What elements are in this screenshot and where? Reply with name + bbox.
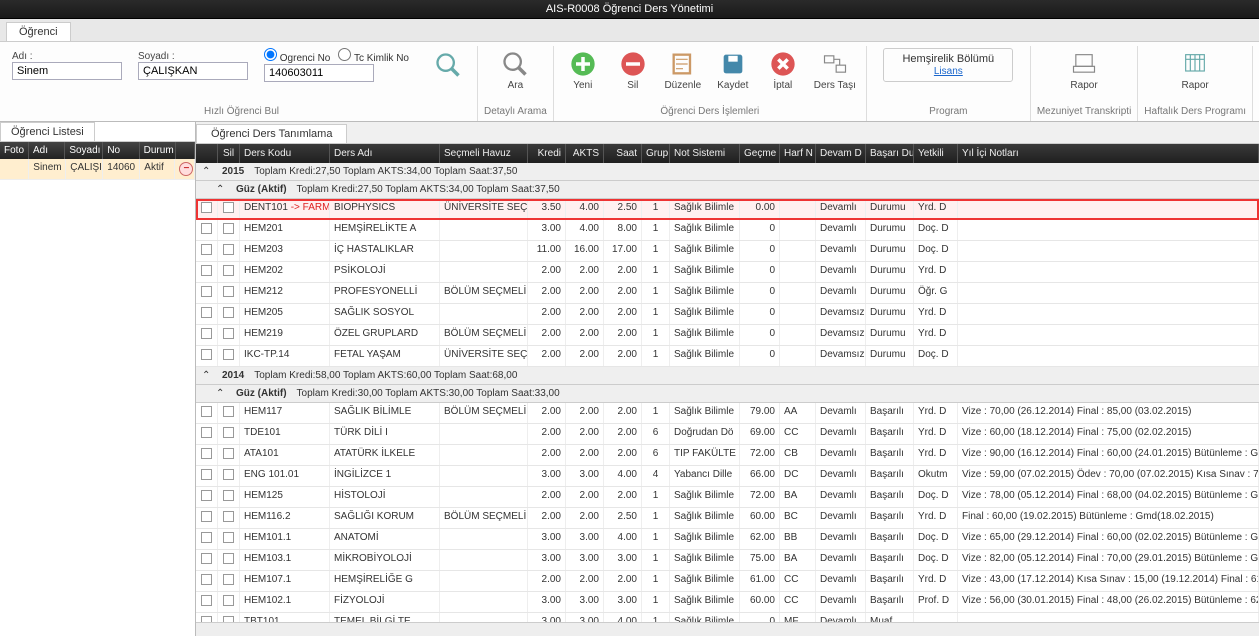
window-title: AIS-R0008 Öğrenci Ders Yönetimi [0,0,1259,19]
remove-student-icon[interactable]: − [179,162,193,176]
course-row[interactable]: HEM205SAĞLIK SOSYOL2.002.002.001Sağlık B… [196,304,1259,325]
row-checkbox[interactable] [201,307,212,318]
quick-search-button[interactable] [425,49,471,81]
left-pane: Öğrenci Listesi Foto Adı Soyadı No Durum… [0,122,196,636]
collapse-icon[interactable]: ⌃ [202,166,212,177]
course-row[interactable]: HEM116.2SAĞLIĞI KORUMBÖLÜM SEÇMELİ2.002.… [196,508,1259,529]
sem-guz-2015[interactable]: ⌃Güz (Aktif)Toplam Kredi:27,50 Toplam AK… [196,181,1259,199]
row-sil-checkbox[interactable] [223,202,234,213]
year-2014-group[interactable]: ⌃2014Toplam Kredi:58,00 Toplam AKTS:60,0… [196,367,1259,385]
group-search-foot: Hızlı Öğrenci Bul [12,104,471,117]
course-row[interactable]: HEM212PROFESYONELLİBÖLÜM SEÇMELİ2.002.00… [196,283,1259,304]
row-sil-checkbox[interactable] [223,511,234,522]
row-sil-checkbox[interactable] [223,595,234,606]
row-checkbox[interactable] [201,427,212,438]
ribbon-tab-ogrenci[interactable]: Öğrenci [6,22,71,41]
grid-header: Sil Ders Kodu Ders Adı Seçmeli Havuz Kre… [196,144,1259,163]
row-sil-checkbox[interactable] [223,427,234,438]
course-row[interactable]: HEM102.1FİZYOLOJİ3.003.003.001Sağlık Bil… [196,592,1259,613]
row-checkbox[interactable] [201,223,212,234]
rapor-haftalik-button[interactable]: Rapor [1144,48,1246,93]
row-sil-checkbox[interactable] [223,532,234,543]
course-row[interactable]: HEM203İÇ HASTALIKLAR11.0016.0017.001Sağl… [196,241,1259,262]
program-link[interactable]: Lisans [934,66,963,77]
rapor-mezuniyet-button[interactable]: Rapor [1037,48,1131,93]
course-row[interactable]: HEM117SAĞLIK BİLİMLEBÖLÜM SEÇMELİ2.002.0… [196,403,1259,424]
course-row[interactable]: HEM101.1ANATOMİ3.003.004.001Sağlık Bilim… [196,529,1259,550]
course-row[interactable]: HEM202PSİKOLOJİ2.002.002.001Sağlık Bilim… [196,262,1259,283]
row-checkbox[interactable] [201,244,212,255]
tab-ogrenci-listesi[interactable]: Öğrenci Listesi [0,122,95,141]
row-sil-checkbox[interactable] [223,553,234,564]
row-checkbox[interactable] [201,265,212,276]
course-row[interactable]: ENG 101.01İNGİLİZCE 13.003.004.004Yabanc… [196,466,1259,487]
row-checkbox[interactable] [201,349,212,360]
row-checkbox[interactable] [201,553,212,564]
row-sil-checkbox[interactable] [223,349,234,360]
row-checkbox[interactable] [201,532,212,543]
adi-input[interactable] [12,62,122,80]
row-sil-checkbox[interactable] [223,223,234,234]
iptal-button[interactable]: İptal [760,48,806,93]
row-checkbox[interactable] [201,469,212,480]
radio-tc-no[interactable]: Tc Kimlik No [338,48,409,64]
row-sil-checkbox[interactable] [223,574,234,585]
course-row[interactable]: HEM219ÖZEL GRUPLARDBÖLÜM SEÇMELİ2.002.00… [196,325,1259,346]
no-input[interactable] [264,64,374,82]
row-checkbox[interactable] [201,202,212,213]
row-sil-checkbox[interactable] [223,490,234,501]
soyadi-label: Soyadı : [138,51,248,62]
course-row[interactable]: DENT101 -> FARMAKOLOJİBIOPHYSICSÜNİVERSİ… [196,199,1259,220]
row-sil-checkbox[interactable] [223,307,234,318]
row-checkbox[interactable] [201,511,212,522]
row-checkbox[interactable] [201,406,212,417]
course-row[interactable]: HEM201HEMŞİRELİKTE A3.004.008.001Sağlık … [196,220,1259,241]
tab-ders-tanimlama[interactable]: Öğrenci Ders Tanımlama [196,124,347,143]
ribbon: Öğrenci Adı : Soyadı : Ogrenci No Tc Kim… [0,19,1259,122]
sem-guz-2014[interactable]: ⌃Güz (Aktif)Toplam Kredi:30,00 Toplam AK… [196,385,1259,403]
row-sil-checkbox[interactable] [223,406,234,417]
row-checkbox[interactable] [201,595,212,606]
course-row[interactable]: HEM125HİSTOLOJİ2.002.002.001Sağlık Bilim… [196,487,1259,508]
ara-button[interactable]: Ara [484,48,547,93]
row-sil-checkbox[interactable] [223,286,234,297]
row-sil-checkbox[interactable] [223,328,234,339]
program-selector[interactable]: Hemşirelik Bölümü Lisans [883,48,1013,82]
adi-label: Adı : [12,51,122,62]
row-checkbox[interactable] [201,574,212,585]
soyadi-input[interactable] [138,62,248,80]
duzenle-button[interactable]: Düzenle [660,48,706,93]
course-grid[interactable]: Sil Ders Kodu Ders Adı Seçmeli Havuz Kre… [196,144,1259,622]
horizontal-scrollbar[interactable] [196,622,1259,636]
radio-ogrenci-no[interactable]: Ogrenci No [264,48,330,64]
row-sil-checkbox[interactable] [223,448,234,459]
row-checkbox[interactable] [201,328,212,339]
course-row[interactable]: HEM103.1MİKROBİYOLOJİ3.003.003.001Sağlık… [196,550,1259,571]
course-row[interactable]: IKC-TP.14FETAL YAŞAMÜNİVERSİTE SEÇ2.002.… [196,346,1259,367]
row-sil-checkbox[interactable] [223,244,234,255]
course-row[interactable]: TBT101TEMEL BİLGİ TE3.003.004.001Sağlık … [196,613,1259,622]
sil-button[interactable]: Sil [610,48,656,93]
row-sil-checkbox[interactable] [223,265,234,276]
course-row[interactable]: ATA101ATATÜRK İLKELE2.002.002.006TIP FAK… [196,445,1259,466]
row-checkbox[interactable] [201,286,212,297]
kaydet-button[interactable]: Kaydet [710,48,756,93]
yeni-button[interactable]: Yeni [560,48,606,93]
row-sil-checkbox[interactable] [223,469,234,480]
course-row[interactable]: HEM107.1HEMŞİRELİĞE G2.002.002.001Sağlık… [196,571,1259,592]
ders-tasi-button[interactable]: Ders Taşı [810,48,860,93]
row-checkbox[interactable] [201,448,212,459]
course-row[interactable]: TDE101TÜRK DİLİ I2.002.002.006Doğrudan D… [196,424,1259,445]
student-row[interactable]: Sinem ÇALIŞI 14060 Aktif − [0,159,195,180]
year-2015-group[interactable]: ⌃2015Toplam Kredi:27,50 Toplam AKTS:34,0… [196,163,1259,181]
row-checkbox[interactable] [201,490,212,501]
